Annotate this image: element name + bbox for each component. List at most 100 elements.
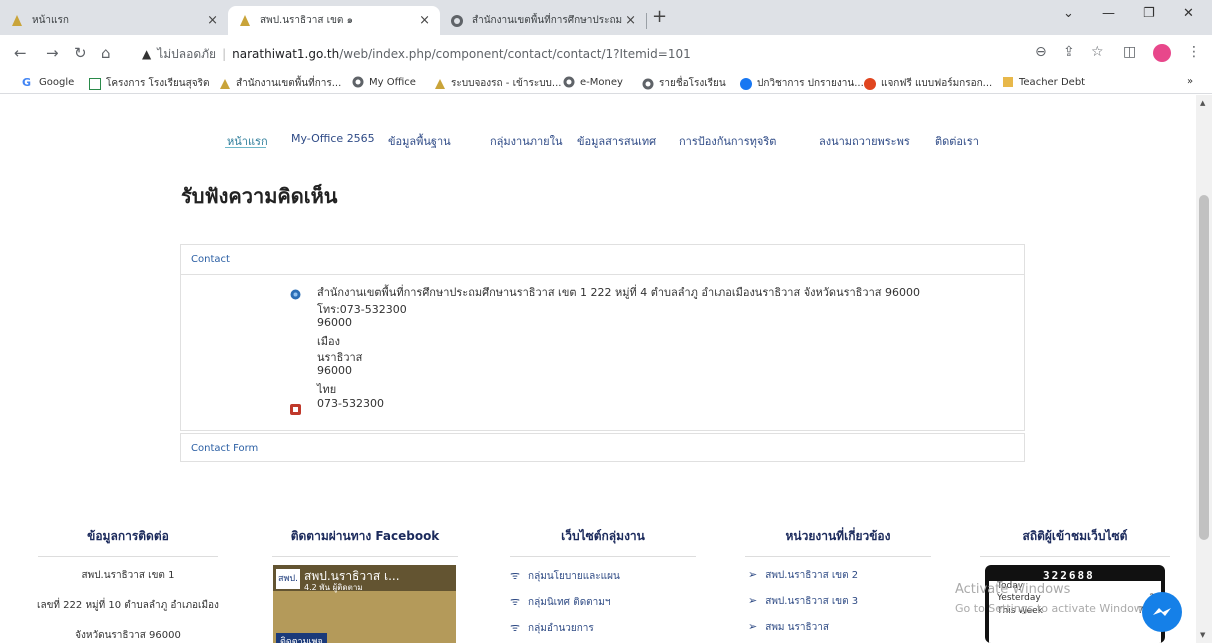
divider: [745, 556, 931, 557]
facebook-widget[interactable]: สพป. สพป.นราธิวาส เ... 4.2 พัน ผู้ติดตาม…: [273, 565, 456, 643]
sidepanel-icon[interactable]: ◫: [1123, 44, 1136, 60]
menu-dots-icon[interactable]: ⋮: [1187, 44, 1201, 60]
sheets-icon: [89, 77, 101, 90]
nav-basic-info[interactable]: ข้อมูลพื้นฐาน: [388, 132, 451, 150]
more-bookmarks-icon[interactable]: »: [1187, 76, 1193, 87]
emblem-icon: [10, 14, 24, 28]
browser-tab-active[interactable]: สพป.นราธิวาส เขต ๑ ×: [228, 6, 440, 35]
contact-form-card[interactable]: Contact Form: [180, 433, 1025, 462]
google-icon: G: [22, 76, 32, 89]
divider: [272, 556, 458, 557]
globe-icon: [563, 76, 575, 88]
share-icon[interactable]: ⇪: [1063, 44, 1075, 60]
rss-icon: ᯤ: [510, 595, 521, 608]
rss-icon: ᯤ: [510, 621, 521, 634]
restore-icon[interactable]: ❐: [1143, 6, 1155, 21]
divider: [510, 556, 696, 557]
rss-icon: ᯤ: [510, 569, 521, 582]
contact-address: สำนักงานเขตพื้นที่การศึกษาประถมศึกษานราธ…: [317, 286, 920, 299]
bookmark-item[interactable]: รายชื่อโรงเรียน: [642, 76, 726, 91]
insecure-label: ไม่ปลอดภัย: [157, 46, 217, 61]
tab-divider: [646, 13, 647, 29]
zoom-icon[interactable]: ⊖: [1035, 44, 1047, 60]
bookmark-item[interactable]: ปกวิชาการ ปกรายงาน...: [740, 76, 864, 91]
tab-search-icon[interactable]: ⌄: [1063, 6, 1074, 21]
bookmark-item[interactable]: G Google: [22, 76, 74, 89]
browser-tab[interactable]: สำนักงานเขตพื้นที่การศึกษาประถมศึก ×: [440, 6, 646, 35]
reload-icon[interactable]: ↻: [74, 44, 87, 62]
tab-title: สพป.นราธิวาส เขต ๑: [260, 15, 353, 26]
activate-windows-watermark: Activate Windows: [955, 582, 1071, 597]
footer-facebook-title: ติดตามผ่านทาง Facebook: [290, 529, 440, 543]
facebook-icon: [740, 77, 752, 90]
nav-anti-corruption[interactable]: การป้องกันการทุจริต: [679, 132, 776, 150]
scrollbar-thumb[interactable]: [1199, 195, 1209, 540]
footer-groups-column: เว็บไซต์กลุ่มงาน: [510, 527, 696, 557]
footer-stats-column: สถิติผู้เข้าชมเว็บไซต์: [980, 527, 1170, 557]
footer-contact-title: ข้อมูลการติดต่อ: [87, 529, 169, 543]
footer-contact-line: สพป.นราธิวาส เขต 1: [81, 570, 175, 581]
divider: [38, 556, 218, 557]
send-icon: ➢: [748, 568, 758, 581]
facebook-followers: 4.2 พัน ผู้ติดตาม: [304, 583, 363, 592]
url-path: /web/index.php/component/contact/contact…: [339, 47, 691, 61]
phone-icon: [290, 400, 301, 419]
footer-agency-link[interactable]: ➢ สพป.นราธิวาส เขต 2: [748, 568, 858, 583]
contact-line: 96000: [317, 316, 352, 329]
forward-icon[interactable]: →: [46, 44, 59, 62]
scroll-down-icon[interactable]: ▼: [1200, 631, 1205, 639]
emblem-icon: [219, 78, 231, 90]
globe-icon: [352, 76, 364, 88]
scroll-up-icon[interactable]: ▲: [1200, 99, 1205, 107]
minimize-icon[interactable]: —: [1102, 6, 1115, 21]
bookmark-item[interactable]: สำนักงานเขตพื้นที่การ...: [219, 76, 341, 91]
footer-group-link[interactable]: ᯤ กลุ่มนโยบายและแผน: [510, 568, 620, 584]
contact-header[interactable]: Contact: [181, 245, 1024, 275]
tab-title: หน้าแรก: [32, 15, 69, 26]
nav-contact-us[interactable]: ติดต่อเรา: [935, 132, 979, 150]
web-page: หน้าแรก My-Office 2565 ข้อมูลพื้นฐาน กลุ…: [0, 95, 1196, 643]
bookmark-item[interactable]: โครงการ โรงเรียนสุจริต: [89, 76, 209, 91]
footer-group-link[interactable]: ᯤ กลุ่มนิเทศ ติดตามฯ: [510, 594, 611, 610]
toolbar: ← → ↻ ⌂ ▲ ไม่ปลอดภัย | narathiwat1.go.th…: [0, 35, 1212, 72]
bookmark-item[interactable]: e-Money: [563, 76, 623, 88]
close-tab-icon[interactable]: ×: [419, 13, 430, 28]
close-tab-icon[interactable]: ×: [625, 13, 636, 28]
contact-line: 96000: [317, 364, 352, 377]
footer-agency-link[interactable]: ➢ สพม นราธิวาส: [748, 620, 829, 635]
footer-contact-line: เลขที่ 222 หมู่ที่ 10 ตำบลลำภู อำเภอเมือ…: [37, 600, 219, 611]
warning-icon: ▲: [142, 47, 152, 61]
back-icon[interactable]: ←: [14, 44, 27, 62]
address-bar[interactable]: ▲ ไม่ปลอดภัย | narathiwat1.go.th /web/in…: [128, 40, 1078, 68]
address-separator: |: [222, 47, 227, 61]
browser-tab[interactable]: หน้าแรก ×: [0, 6, 228, 35]
messenger-chat-icon[interactable]: [1142, 592, 1182, 632]
facebook-page-avatar: สพป.: [276, 569, 300, 589]
bookmark-item[interactable]: Teacher Debt: [1002, 76, 1085, 88]
bookmark-item[interactable]: ระบบจองรถ - เข้าระบบ...: [434, 76, 561, 91]
window-close-icon[interactable]: ✕: [1183, 6, 1194, 21]
home-icon[interactable]: ⌂: [101, 44, 111, 62]
page-scrollbar[interactable]: ▲ ▼: [1196, 95, 1212, 643]
bookmark-item[interactable]: My Office: [352, 76, 416, 88]
nav-royal-blessing[interactable]: ลงนามถวายพระพร: [819, 132, 910, 150]
contact-card: Contact: [180, 244, 1025, 431]
footer-stats-title: สถิติผู้เข้าชมเว็บไซต์: [1022, 529, 1128, 543]
facebook-follow-button[interactable]: ติดตามเพจ: [276, 633, 327, 643]
nav-internal-groups[interactable]: กลุ่มงานภายใน: [490, 132, 562, 150]
profile-avatar[interactable]: [1153, 44, 1171, 62]
new-tab-button[interactable]: +: [652, 6, 667, 27]
bookmark-star-icon[interactable]: ☆: [1091, 44, 1104, 60]
tab-title: สำนักงานเขตพื้นที่การศึกษาประถมศึก: [472, 15, 622, 26]
footer-agency-link[interactable]: ➢ สพป.นราธิวาส เขต 3: [748, 594, 858, 609]
nav-information[interactable]: ข้อมูลสารสนเทศ: [577, 132, 656, 150]
contact-form-header[interactable]: Contact Form: [181, 434, 1024, 463]
close-tab-icon[interactable]: ×: [207, 13, 218, 28]
nav-my-office[interactable]: My-Office 2565: [291, 132, 375, 145]
emblem-icon: [434, 78, 446, 90]
footer-contact-line: จังหวัดนราธิวาส 96000: [75, 630, 181, 641]
send-icon: ➢: [748, 594, 758, 607]
bookmark-item[interactable]: แจกฟรี แบบฟอร์มกรอก...: [864, 76, 992, 91]
footer-group-link[interactable]: ᯤ กลุ่มอำนวยการ: [510, 620, 594, 636]
address-icon: [290, 285, 301, 304]
